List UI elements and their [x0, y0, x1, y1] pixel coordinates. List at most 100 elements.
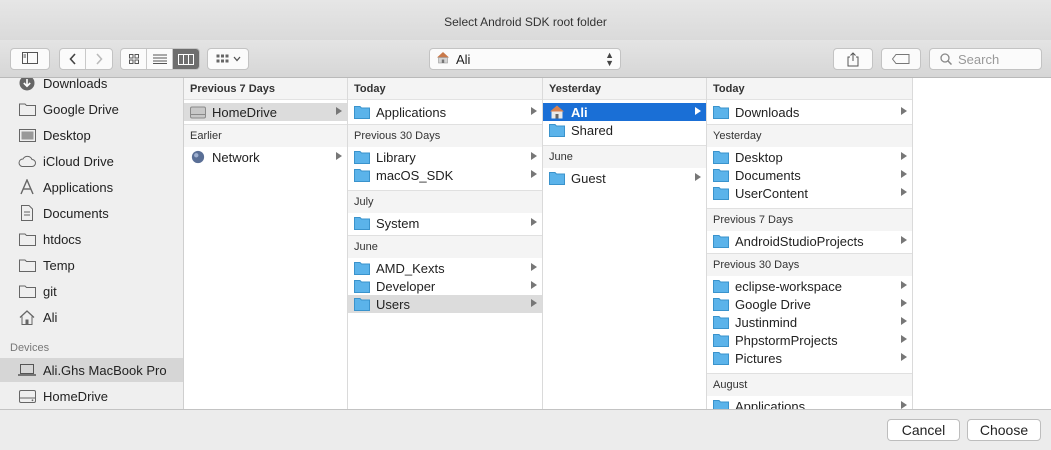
list-item-eclipse-workspace[interactable]: eclipse-workspace: [707, 277, 912, 295]
list-item-macos-sdk[interactable]: macOS_SDK: [348, 166, 542, 184]
list-item-phpstormprojects[interactable]: PhpstormProjects: [707, 331, 912, 349]
choose-button[interactable]: Choose: [967, 419, 1041, 441]
folder-icon: [354, 106, 370, 119]
browser-column-4: Today Downloads Yesterday Desktop Docume…: [707, 78, 913, 409]
sidebar: Downloads Google Drive Desktop iCloud Dr…: [0, 78, 184, 409]
home-icon: [550, 105, 564, 119]
list-item-homedrive[interactable]: HomeDrive: [184, 103, 347, 121]
folder-icon: [713, 169, 729, 182]
disclosure-arrow-icon: [901, 107, 907, 115]
sidebar-item-desktop[interactable]: Desktop: [0, 123, 183, 147]
sidebar-item-icloud-drive[interactable]: iCloud Drive: [0, 149, 183, 173]
sidebar-toggle-button[interactable]: [10, 48, 50, 70]
item-label: Applications: [735, 398, 806, 410]
folder-icon: [713, 106, 729, 119]
list-item-google-drive[interactable]: Google Drive: [707, 295, 912, 313]
chevron-right-icon: [96, 53, 103, 65]
sidebar-item-documents[interactable]: Documents: [0, 201, 183, 225]
tag-button[interactable]: [881, 48, 921, 70]
share-icon: [847, 51, 859, 66]
list-item-users[interactable]: Users: [348, 295, 542, 313]
item-label: Library: [376, 149, 416, 165]
sidebar-icon: [22, 51, 38, 67]
list-item-justinmind[interactable]: Justinmind: [707, 313, 912, 331]
sidebar-item-macbook-pro[interactable]: Ali.Ghs MacBook Pro: [0, 358, 183, 382]
toolbar: Ali ▲ ▼ Search: [0, 40, 1051, 78]
item-label: Network: [212, 149, 260, 165]
home-icon: [18, 308, 36, 326]
item-label: Desktop: [735, 149, 783, 165]
list-item-desktop[interactable]: Desktop: [707, 148, 912, 166]
disclosure-arrow-icon: [901, 317, 907, 325]
column-view-button[interactable]: [173, 49, 199, 69]
sidebar-item-applications[interactable]: Applications: [0, 175, 183, 199]
list-item-developer[interactable]: Developer: [348, 277, 542, 295]
list-item-documents[interactable]: Documents: [707, 166, 912, 184]
item-label: Documents: [735, 167, 801, 183]
item-label: Downloads: [735, 104, 800, 120]
sidebar-item-downloads[interactable]: Downloads: [0, 78, 183, 95]
list-item-androidstudioprojects[interactable]: AndroidStudioProjects: [707, 232, 912, 250]
folder-icon: [713, 400, 729, 409]
title-bar: Select Android SDK root folder: [0, 0, 1051, 44]
list-item-downloads[interactable]: Downloads: [707, 103, 912, 121]
item-label: eclipse-workspace: [735, 278, 842, 294]
sidebar-item-label: HomeDrive: [43, 388, 109, 404]
list-item-amd-kexts[interactable]: AMD_Kexts: [348, 259, 542, 277]
group-header: Yesterday: [543, 78, 706, 100]
drive-icon: [18, 387, 36, 405]
list-item-ali[interactable]: Ali: [543, 103, 706, 121]
list-item-applications[interactable]: Applications: [348, 103, 542, 121]
home-icon: [436, 51, 450, 67]
disclosure-arrow-icon: [336, 107, 342, 115]
list-view-button[interactable]: [147, 49, 173, 69]
disclosure-arrow-icon: [901, 152, 907, 160]
sidebar-item-htdocs[interactable]: htdocs: [0, 227, 183, 251]
list-item-pictures[interactable]: Pictures: [707, 349, 912, 367]
item-label: Justinmind: [735, 314, 798, 330]
folder-icon: [713, 298, 729, 311]
sidebar-item-git[interactable]: git: [0, 279, 183, 303]
group-header: Previous 7 Days: [184, 78, 347, 100]
item-label: Google Drive: [735, 296, 811, 312]
window-title: Select Android SDK root folder: [444, 15, 607, 29]
sidebar-item-homedrive[interactable]: HomeDrive: [0, 384, 183, 408]
path-popup[interactable]: Ali ▲ ▼: [429, 48, 621, 70]
list-item-guest[interactable]: Guest: [543, 169, 706, 187]
search-field[interactable]: Search: [929, 48, 1042, 70]
folder-icon: [713, 235, 729, 248]
nav-buttons: [59, 48, 113, 70]
list-item-library[interactable]: Library: [348, 148, 542, 166]
share-button[interactable]: [833, 48, 873, 70]
group-header: June: [348, 236, 542, 258]
group-header: Previous 30 Days: [348, 125, 542, 147]
cancel-button[interactable]: Cancel: [887, 419, 960, 441]
forward-button[interactable]: [86, 49, 112, 69]
back-button[interactable]: [60, 49, 86, 69]
list-item-network[interactable]: Network: [184, 148, 347, 166]
sidebar-item-label: Applications: [43, 179, 114, 195]
item-label: System: [376, 215, 420, 231]
browser-column-1: Previous 7 Days HomeDrive Earlier Networ…: [184, 78, 348, 409]
chevron-down-icon: [233, 56, 240, 62]
arrange-button[interactable]: [207, 48, 249, 70]
item-label: AndroidStudioProjects: [735, 233, 864, 249]
list-item-system[interactable]: System: [348, 214, 542, 232]
drive-icon: [190, 106, 206, 119]
laptop-icon: [18, 361, 36, 379]
search-placeholder: Search: [958, 51, 1000, 67]
list-item-applications-august[interactable]: Applications: [707, 397, 912, 409]
group-header: June: [543, 146, 706, 168]
sidebar-item-label: htdocs: [43, 231, 82, 247]
sidebar-item-ali[interactable]: Ali: [0, 305, 183, 329]
list-item-usercontent[interactable]: UserContent: [707, 184, 912, 202]
sidebar-item-temp[interactable]: Temp: [0, 253, 183, 277]
chevron-left-icon: [68, 53, 76, 65]
list-item-shared[interactable]: Shared: [543, 121, 706, 139]
icon-view-button[interactable]: [121, 49, 147, 69]
group-header: Previous 30 Days: [707, 254, 912, 276]
item-label: Ali: [571, 104, 588, 120]
disclosure-arrow-icon: [531, 152, 537, 160]
disclosure-arrow-icon: [531, 218, 537, 226]
sidebar-item-google-drive[interactable]: Google Drive: [0, 97, 183, 121]
